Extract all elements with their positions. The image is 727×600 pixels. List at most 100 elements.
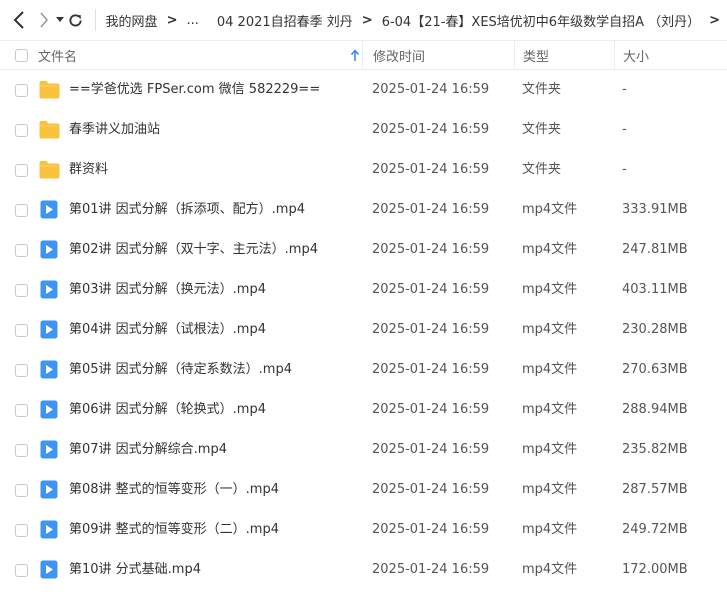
refresh-icon [69,13,83,26]
select-all-checkbox[interactable] [15,49,28,62]
file-name[interactable]: 第02讲 因式分解（双十字、主元法）.mp4 [69,230,318,270]
row-checkbox[interactable] [15,284,28,297]
file-size: - [622,82,627,97]
file-name[interactable]: 第07讲 因式分解综合.mp4 [69,430,227,470]
video-file-icon [40,320,61,339]
file-size: 287.57MB [622,482,688,497]
file-row[interactable]: 第08讲 整式的恒等变形（一）.mp4 2025-01-24 16:59 mp4… [0,470,727,510]
video-file-icon [40,520,61,539]
file-row[interactable]: 第02讲 因式分解（双十字、主元法）.mp4 2025-01-24 16:59 … [0,230,727,270]
file-name[interactable]: 第05讲 因式分解（待定系数法）.mp4 [69,350,292,390]
file-modified-time: 2025-01-24 16:59 [372,122,490,137]
file-row[interactable]: 春季讲义加油站 2025-01-24 16:59 文件夹 - [0,110,727,150]
file-size: 235.82MB [622,442,688,457]
row-checkbox[interactable] [15,484,28,497]
file-name[interactable]: 第08讲 整式的恒等变形（一）.mp4 [69,470,279,510]
row-checkbox[interactable] [15,524,28,537]
file-modified-time: 2025-01-24 16:59 [372,522,490,537]
row-checkbox[interactable] [15,84,28,97]
breadcrumb-item-root[interactable]: 我的网盘 [104,11,160,30]
file-modified-time: 2025-01-24 16:59 [372,162,490,177]
file-row[interactable]: 第10讲 分式基础.mp4 2025-01-24 16:59 mp4文件 172… [0,550,727,590]
file-row[interactable]: 第07讲 因式分解综合.mp4 2025-01-24 16:59 mp4文件 2… [0,430,727,470]
file-type: mp4文件 [522,362,578,377]
video-file-icon [40,240,61,259]
file-size: 230.28MB [622,322,688,337]
toolbar: 我的网盘 > ... 04 2021自招春季 刘丹 > 6-04【21-春】XE… [0,0,727,40]
column-header-mtime[interactable]: 修改时间 [362,41,514,70]
file-row[interactable]: 第04讲 因式分解（试根法）.mp4 2025-01-24 16:59 mp4文… [0,310,727,350]
row-checkbox[interactable] [15,124,28,137]
file-size: 403.11MB [622,282,688,297]
row-checkbox[interactable] [15,204,28,217]
file-name[interactable]: 春季讲义加油站 [69,110,160,150]
sort-ascending-icon [350,49,360,61]
folder-icon [39,80,60,99]
breadcrumb-item-current[interactable]: 6-04【21-春】XES培优初中6年级数学自招A （刘丹） [380,11,702,30]
file-name[interactable]: 第06讲 因式分解（轮换式）.mp4 [69,390,266,430]
file-type: mp4文件 [522,242,578,257]
row-checkbox[interactable] [15,164,28,177]
row-checkbox[interactable] [15,324,28,337]
video-file-icon [40,280,61,299]
row-checkbox[interactable] [15,364,28,377]
breadcrumb-separator: > [361,12,373,28]
chevron-right-icon [40,12,49,28]
file-type: mp4文件 [522,402,578,417]
file-size: 247.81MB [622,242,688,257]
breadcrumb: 我的网盘 > ... 04 2021自招春季 刘丹 > 6-04【21-春】XE… [104,0,727,40]
file-modified-time: 2025-01-24 16:59 [372,282,490,297]
file-name[interactable]: 群资料 [69,150,108,190]
column-header-size-label: 大小 [623,50,650,65]
breadcrumb-item-ellipsis[interactable]: ... [184,13,200,28]
column-header-mtime-label: 修改时间 [373,50,426,65]
file-type: 文件夹 [522,122,562,137]
refresh-button[interactable] [67,0,85,40]
row-checkbox[interactable] [15,244,28,257]
file-name[interactable]: ==学爸优选 FPSer.com 微信 582229== [69,70,320,110]
file-name[interactable]: 第03讲 因式分解（换元法）.mp4 [69,270,266,310]
column-header-name[interactable]: 文件名 [38,41,362,70]
back-button[interactable] [6,0,33,40]
file-row[interactable]: 第05讲 因式分解（待定系数法）.mp4 2025-01-24 16:59 mp… [0,350,727,390]
file-row[interactable]: 第06讲 因式分解（轮换式）.mp4 2025-01-24 16:59 mp4文… [0,390,727,430]
file-row[interactable]: ==学爸优选 FPSer.com 微信 582229== 2025-01-24 … [0,70,727,110]
video-file-icon [40,360,61,379]
file-name[interactable]: 第09讲 整式的恒等变形（二）.mp4 [69,510,279,550]
file-name[interactable]: 第10讲 分式基础.mp4 [69,550,201,590]
forward-button[interactable] [35,0,54,40]
file-type: 文件夹 [522,162,562,177]
video-file-icon [40,480,61,499]
file-type: mp4文件 [522,482,578,497]
file-type: mp4文件 [522,282,578,297]
video-file-icon [40,440,61,459]
toolbar-divider [94,9,96,31]
caret-down-icon [56,17,65,22]
file-row[interactable]: 群资料 2025-01-24 16:59 文件夹 - [0,150,727,190]
video-file-icon [40,200,61,219]
file-name[interactable]: 第01讲 因式分解（拆添项、配方）.mp4 [69,190,305,230]
breadcrumb-separator: > [166,12,178,28]
breadcrumb-item-parent[interactable]: 04 2021自招春季 刘丹 [215,11,355,30]
file-size: - [622,162,627,177]
row-checkbox[interactable] [15,404,28,417]
history-dropdown-button[interactable] [54,0,67,40]
file-row[interactable]: 第03讲 因式分解（换元法）.mp4 2025-01-24 16:59 mp4文… [0,270,727,310]
file-name[interactable]: 第04讲 因式分解（试根法）.mp4 [69,310,266,350]
file-row[interactable]: 第09讲 整式的恒等变形（二）.mp4 2025-01-24 16:59 mp4… [0,510,727,550]
file-modified-time: 2025-01-24 16:59 [372,322,490,337]
column-header-size[interactable]: 大小 [614,41,727,70]
file-type: mp4文件 [522,522,578,537]
file-modified-time: 2025-01-24 16:59 [372,442,490,457]
file-modified-time: 2025-01-24 16:59 [372,362,490,377]
file-row[interactable]: 第01讲 因式分解（拆添项、配方）.mp4 2025-01-24 16:59 m… [0,190,727,230]
row-checkbox[interactable] [15,444,28,457]
file-type: 文件夹 [522,82,562,97]
file-size: 288.94MB [622,402,688,417]
file-modified-time: 2025-01-24 16:59 [372,482,490,497]
column-header-type[interactable]: 类型 [514,41,614,70]
file-size: 249.72MB [622,522,688,537]
file-list: ==学爸优选 FPSer.com 微信 582229== 2025-01-24 … [0,70,727,590]
file-modified-time: 2025-01-24 16:59 [372,202,490,217]
row-checkbox[interactable] [15,564,28,577]
